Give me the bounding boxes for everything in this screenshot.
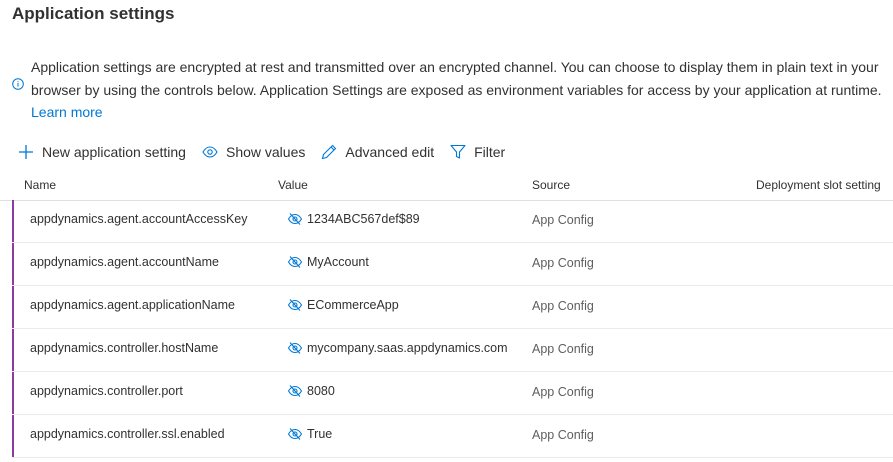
table-row[interactable]: appdynamics.controller.ssl.enabled True Ap… [12,415,893,458]
setting-value-text: True [307,427,333,441]
table-row[interactable]: appdynamics.controller.hostName mycompany… [12,329,893,372]
column-header-slot-setting[interactable]: Deployment slot setting [756,178,881,192]
eye-slash-icon[interactable] [287,255,303,269]
table-row[interactable]: appdynamics.agent.applicationName ECommer… [12,286,893,329]
column-header-name[interactable]: Name [24,178,56,192]
setting-value-text: ECommerceApp [307,298,399,312]
info-icon [12,77,24,90]
setting-value-text: 8080 [307,384,335,398]
setting-value-text: 1234ABC567def$89 [307,212,420,226]
page-title: Application settings [12,4,175,23]
row-marker [12,329,14,371]
table-header: Name Value Source Deployment slot settin… [0,176,893,201]
setting-source: App Config [532,428,594,442]
eye-icon [202,146,218,158]
new-application-setting-button[interactable]: New application setting [18,144,186,160]
setting-source: App Config [532,213,594,227]
setting-source: App Config [532,256,594,270]
info-description: Application settings are encrypted at re… [31,59,882,98]
setting-value: mycompany.saas.appdynamics.com [287,341,508,355]
plus-icon [19,145,33,159]
row-marker [12,372,14,414]
info-text: Application settings are encrypted at re… [31,56,893,124]
setting-name[interactable]: appdynamics.agent.applicationName [30,298,235,312]
setting-name[interactable]: appdynamics.agent.accountName [30,255,219,269]
row-marker [12,415,14,457]
learn-more-link[interactable]: Learn more [31,104,103,120]
filter-button[interactable]: Filter [450,144,505,160]
column-header-source[interactable]: Source [532,178,570,192]
command-bar: New application setting Show values Adva… [18,142,521,162]
row-marker [12,200,14,242]
setting-name[interactable]: appdynamics.agent.accountAccessKey [30,212,248,226]
setting-value: True [287,427,332,441]
filter-label: Filter [474,144,506,160]
row-marker [12,243,14,285]
advanced-edit-label: Advanced edit [345,144,435,160]
setting-name[interactable]: appdynamics.controller.ssl.enabled [30,427,225,441]
show-values-button[interactable]: Show values [202,144,305,160]
setting-value: 1234ABC567def$89 [287,212,420,226]
new-application-setting-label: New application setting [42,144,186,160]
row-marker [12,286,14,328]
setting-value: MyAccount [287,255,369,269]
eye-slash-icon[interactable] [287,341,303,355]
setting-value: ECommerceApp [287,298,399,312]
eye-slash-icon[interactable] [287,384,303,398]
advanced-edit-button[interactable]: Advanced edit [321,144,434,160]
setting-value-text: mycompany.saas.appdynamics.com [307,341,508,355]
setting-source: App Config [532,299,594,313]
setting-name[interactable]: appdynamics.controller.port [30,384,183,398]
eye-slash-icon[interactable] [287,298,303,312]
setting-value-text: MyAccount [307,255,369,269]
pencil-icon [322,144,337,160]
eye-slash-icon[interactable] [287,212,303,226]
filter-icon [450,144,466,159]
column-header-value[interactable]: Value [278,178,308,192]
setting-name[interactable]: appdynamics.controller.hostName [30,341,218,355]
table-row[interactable]: appdynamics.controller.port 8080 App Confi… [12,372,893,415]
eye-slash-icon[interactable] [287,427,303,441]
table-row[interactable]: appdynamics.agent.accountAccessKey 1234AB… [12,200,893,243]
show-values-label: Show values [225,144,306,160]
setting-source: App Config [532,385,594,399]
setting-value: 8080 [287,384,335,398]
table-row[interactable]: appdynamics.agent.accountName MyAccount Ap… [12,243,893,286]
setting-source: App Config [532,342,594,356]
